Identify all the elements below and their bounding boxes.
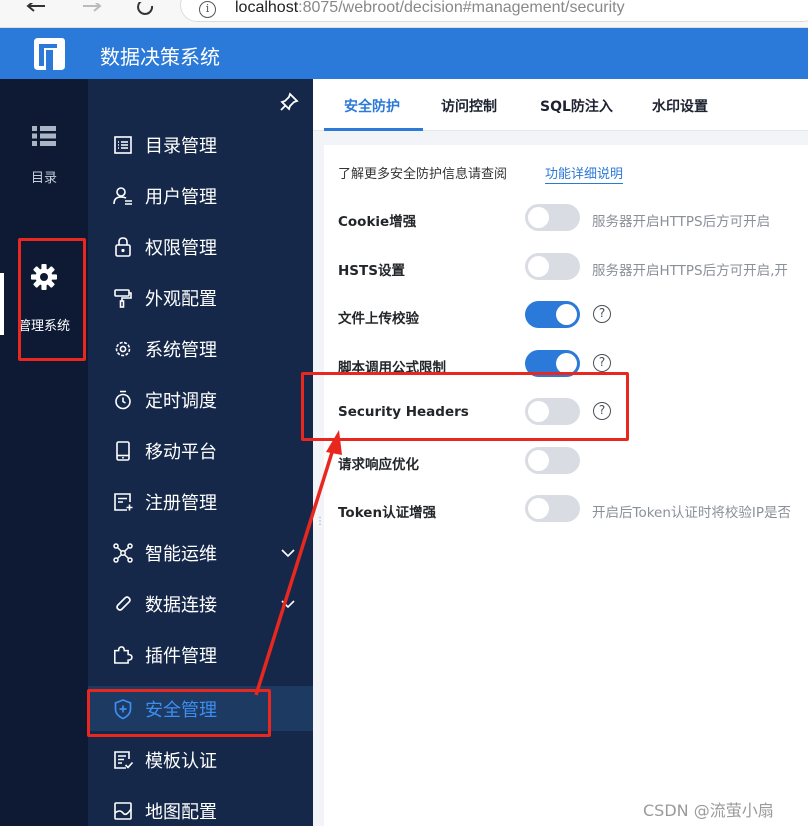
setting-label: HSTS设置	[338, 263, 405, 279]
reload-icon[interactable]	[132, 0, 160, 20]
settings-panel: 了解更多安全防护信息请查阅 功能详细说明 Cookie增强 服务器开启HTTPS…	[324, 145, 808, 826]
setting-label: 文件上传校验	[338, 311, 419, 327]
setting-hint: 服务器开启HTTPS后方可开启,开	[592, 263, 788, 279]
user-icon	[113, 187, 132, 205]
sidebar-item-label: 智能运维	[145, 544, 217, 565]
register-icon	[114, 493, 133, 511]
setting-hint: 开启后Token认证时将校验IP是否	[592, 505, 792, 521]
icon-rail: 目录 管理系统	[0, 79, 88, 826]
network-icon	[113, 543, 133, 563]
lock-icon	[115, 237, 131, 257]
cookie-toggle[interactable]	[525, 204, 580, 231]
sidebar-item-label: 地图配置	[145, 802, 217, 823]
tab-active-underline	[324, 128, 423, 131]
help-icon[interactable]: ?	[593, 354, 611, 372]
main-content: 安全防护 访问控制 SQL防注入 水印设置 了解更多安全防护信息请查阅 功能详细…	[313, 79, 808, 826]
sidebar-item-users[interactable]: 用户管理	[88, 173, 313, 218]
sidebar-item-label: 用户管理	[145, 187, 217, 208]
info-icon[interactable]: i	[199, 1, 216, 18]
url-text: localhost:8075/webroot/decision#manageme…	[235, 0, 625, 16]
annotation-box-rail	[18, 238, 86, 361]
tab-access-control[interactable]: 访问控制	[441, 96, 497, 116]
resize-handle[interactable]: ⋮	[315, 517, 325, 534]
sidebar-item-label: 注册管理	[145, 493, 217, 514]
token-toggle[interactable]	[525, 495, 580, 522]
gear-icon	[115, 341, 131, 357]
details-link[interactable]: 功能详细说明	[545, 163, 624, 184]
setting-label: Cookie增强	[338, 214, 417, 230]
sidebar-item-data-connection[interactable]: 数据连接	[88, 581, 313, 626]
tab-security-protection[interactable]: 安全防护	[344, 96, 400, 116]
template-icon	[114, 751, 134, 769]
setting-label: Token认证增强	[338, 505, 437, 521]
map-icon	[114, 802, 132, 820]
app-header: 数据决策系统	[0, 28, 808, 79]
setting-row-response-opt: 请求响应优化	[324, 446, 808, 480]
directory-icon	[114, 136, 132, 154]
address-bar[interactable]: i localhost:8075/webroot/decision#manage…	[180, 0, 808, 22]
sidebar-item-label: 外观配置	[145, 289, 217, 310]
puzzle-icon	[114, 646, 133, 664]
annotation-box-security-menu	[87, 689, 271, 737]
setting-row-cookie: Cookie增强 服务器开启HTTPS后方可开启	[324, 203, 808, 237]
toggle-knob	[528, 450, 549, 471]
toggle-knob	[556, 304, 577, 325]
setting-row-upload-check: 文件上传校验 ?	[324, 300, 808, 334]
setting-row-hsts: HSTS设置 服务器开启HTTPS后方可开启,开	[324, 252, 808, 286]
tab-sql-injection[interactable]: SQL防注入	[540, 96, 613, 116]
watermark: CSDN @流萤小扇	[643, 801, 774, 820]
back-arrow-icon[interactable]	[22, 0, 50, 20]
sidebar-item-label: 插件管理	[145, 646, 217, 667]
sidebar-item-system[interactable]: 系统管理	[88, 326, 313, 371]
sidebar-item-schedule[interactable]: 定时调度	[88, 377, 313, 422]
sidebar-item-mobile[interactable]: 移动平台	[88, 428, 313, 473]
mobile-icon	[116, 441, 130, 461]
timer-icon	[115, 390, 131, 410]
setting-label: 请求响应优化	[338, 457, 419, 473]
response-opt-toggle[interactable]	[525, 447, 580, 474]
setting-row-token: Token认证增强 开启后Token认证时将校验IP是否	[324, 494, 808, 528]
rail-label: 目录	[30, 171, 57, 186]
help-icon[interactable]: ?	[593, 305, 611, 323]
sidebar-item-label: 数据连接	[145, 595, 217, 616]
sidebar-item-appearance[interactable]: 外观配置	[88, 275, 313, 320]
sidebar-item-label: 目录管理	[145, 136, 217, 157]
sidebar-item-map[interactable]: 地图配置	[88, 788, 313, 826]
toggle-knob	[528, 256, 549, 277]
sidebar-item-label: 系统管理	[145, 340, 217, 361]
tab-bar: 安全防护 访问控制 SQL防注入 水印设置	[313, 79, 808, 131]
paint-roller-icon	[114, 289, 132, 308]
sidebar-item-label: 权限管理	[145, 238, 217, 259]
sidebar-item-label: 定时调度	[145, 391, 217, 412]
toggle-knob	[528, 498, 549, 519]
toggle-knob	[556, 353, 577, 374]
sidebar-item-permissions[interactable]: 权限管理	[88, 224, 313, 269]
upload-check-toggle[interactable]	[525, 301, 580, 328]
chevron-down-icon[interactable]	[278, 543, 298, 563]
sidebar-item-ops[interactable]: 智能运维	[88, 530, 313, 575]
app-logo-icon	[34, 38, 65, 70]
chevron-down-icon[interactable]	[278, 594, 298, 614]
sidebar-item-label: 移动平台	[145, 442, 217, 463]
link-icon	[116, 596, 131, 611]
app-title: 数据决策系统	[100, 45, 220, 69]
toggle-knob	[528, 207, 549, 228]
browser-toolbar: i localhost:8075/webroot/decision#manage…	[0, 0, 808, 28]
sidebar-item-directory[interactable]: 目录管理	[88, 122, 313, 167]
forward-arrow-icon[interactable]	[78, 0, 106, 20]
sidebar-item-template-auth[interactable]: 模板认证	[88, 737, 313, 782]
tab-watermark[interactable]: 水印设置	[652, 96, 708, 116]
rail-item-directory[interactable]: 目录	[0, 125, 88, 186]
info-text: 了解更多安全防护信息请查阅	[338, 167, 508, 182]
pin-icon[interactable]	[278, 91, 300, 113]
sidebar-item-register[interactable]: 注册管理	[88, 479, 313, 524]
sidebar-item-plugins[interactable]: 插件管理	[88, 632, 313, 677]
hsts-toggle[interactable]	[525, 253, 580, 280]
annotation-box-security-headers	[301, 372, 629, 441]
setting-hint: 服务器开启HTTPS后方可开启	[592, 214, 771, 230]
list-icon	[32, 126, 56, 146]
sidebar-item-label: 模板认证	[145, 751, 217, 772]
